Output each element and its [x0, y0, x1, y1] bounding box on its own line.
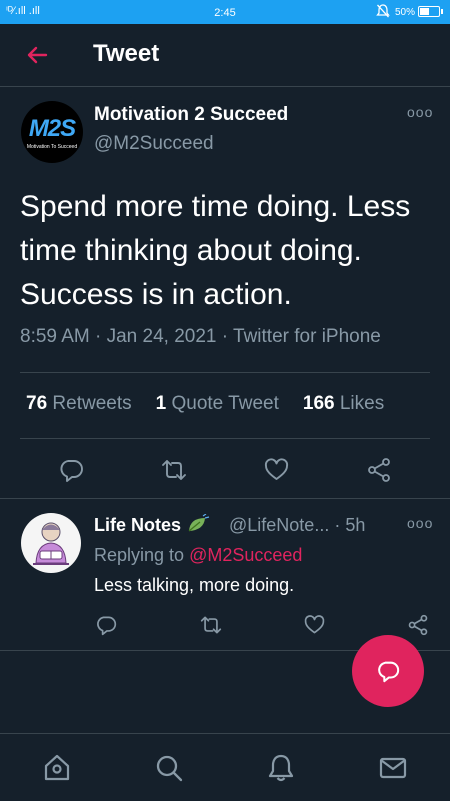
- replying-to-label: Replying to: [94, 545, 185, 565]
- meta-separator: ·: [221, 326, 229, 347]
- bottom-nav: [0, 733, 450, 801]
- quotes-label: Quote Tweet: [171, 393, 279, 414]
- retweets-count: 76: [26, 393, 48, 414]
- more-options-icon[interactable]: ooo: [407, 104, 433, 120]
- compose-reply-icon: [378, 661, 400, 683]
- home-icon[interactable]: [41, 752, 73, 784]
- tweet-time: 8:59 AM: [20, 326, 90, 347]
- battery-percent: 50%: [395, 7, 416, 18]
- status-bar: ⁱᴰ⁄.ıll .ıll 2:45 50%: [0, 0, 450, 24]
- alarm-off-icon: [376, 3, 390, 22]
- author-name[interactable]: Motivation 2 Succeed: [94, 104, 288, 126]
- reply-author-name: Life Notes: [94, 515, 182, 535]
- reply-author-avatar[interactable]: [21, 513, 81, 573]
- retweets-stat[interactable]: 76 Retweets: [26, 393, 132, 414]
- replying-to-mention[interactable]: @M2Succeed: [189, 545, 302, 565]
- reply-like-icon[interactable]: [303, 614, 326, 636]
- quotes-count: 1: [155, 393, 167, 414]
- likes-stat[interactable]: 166 Likes: [303, 393, 384, 414]
- reply-separator: ·: [334, 515, 341, 535]
- likes-count: 166: [302, 393, 335, 414]
- divider: [20, 372, 430, 373]
- reply-text: Less talking, more doing.: [94, 575, 295, 595]
- reply-more-options-icon[interactable]: ooo: [407, 515, 433, 531]
- reply-icon[interactable]: [58, 457, 84, 483]
- reply-author[interactable]: Life Notes: [94, 513, 210, 539]
- meta-separator: ·: [95, 326, 102, 347]
- reply-share-icon[interactable]: [407, 614, 429, 636]
- notifications-icon[interactable]: [265, 752, 297, 784]
- tweet-stats: 76 Retweets 1 Quote Tweet 166 Likes: [26, 393, 384, 415]
- reply-retweet-icon[interactable]: [199, 614, 223, 636]
- top-bar: Tweet: [0, 24, 450, 87]
- page-title: Tweet: [93, 40, 160, 67]
- retweet-icon[interactable]: [160, 457, 188, 483]
- avatar-logo-text: M2S: [28, 115, 76, 142]
- quotes-stat[interactable]: 1 Quote Tweet: [156, 393, 279, 414]
- divider: [20, 438, 430, 439]
- reply-age: 5h: [345, 515, 366, 535]
- tweet-date: Jan 24, 2021: [106, 326, 217, 347]
- tweet-text: Spend more time doing. Less time thinkin…: [20, 190, 411, 311]
- reply-author-handle[interactable]: @LifeNote...: [229, 515, 329, 535]
- tweet-source[interactable]: Twitter for iPhone: [233, 326, 381, 347]
- tweet-meta: 8:59 AM · Jan 24, 2021 · Twitter for iPh…: [20, 326, 381, 348]
- share-icon[interactable]: [366, 457, 392, 483]
- retweets-label: Retweets: [52, 393, 132, 414]
- messages-icon[interactable]: [377, 752, 409, 784]
- replying-to: Replying to @M2Succeed: [94, 545, 302, 566]
- leaf-icon: [186, 513, 210, 539]
- likes-label: Likes: [339, 393, 385, 414]
- reply-handle-line: @LifeNote... · 5h: [229, 515, 365, 536]
- battery-icon: [418, 6, 443, 17]
- search-icon[interactable]: [153, 752, 185, 784]
- author-avatar[interactable]: M2S Motivation To Succeed: [21, 101, 83, 163]
- reply-reply-icon[interactable]: [95, 614, 117, 636]
- divider: [0, 498, 450, 499]
- arrow-left-icon[interactable]: [22, 40, 52, 70]
- compose-reply-button[interactable]: [352, 635, 424, 707]
- author-handle[interactable]: @M2Succeed: [94, 133, 214, 155]
- avatar-tagline: Motivation To Succeed: [26, 144, 78, 150]
- like-icon[interactable]: [263, 457, 290, 483]
